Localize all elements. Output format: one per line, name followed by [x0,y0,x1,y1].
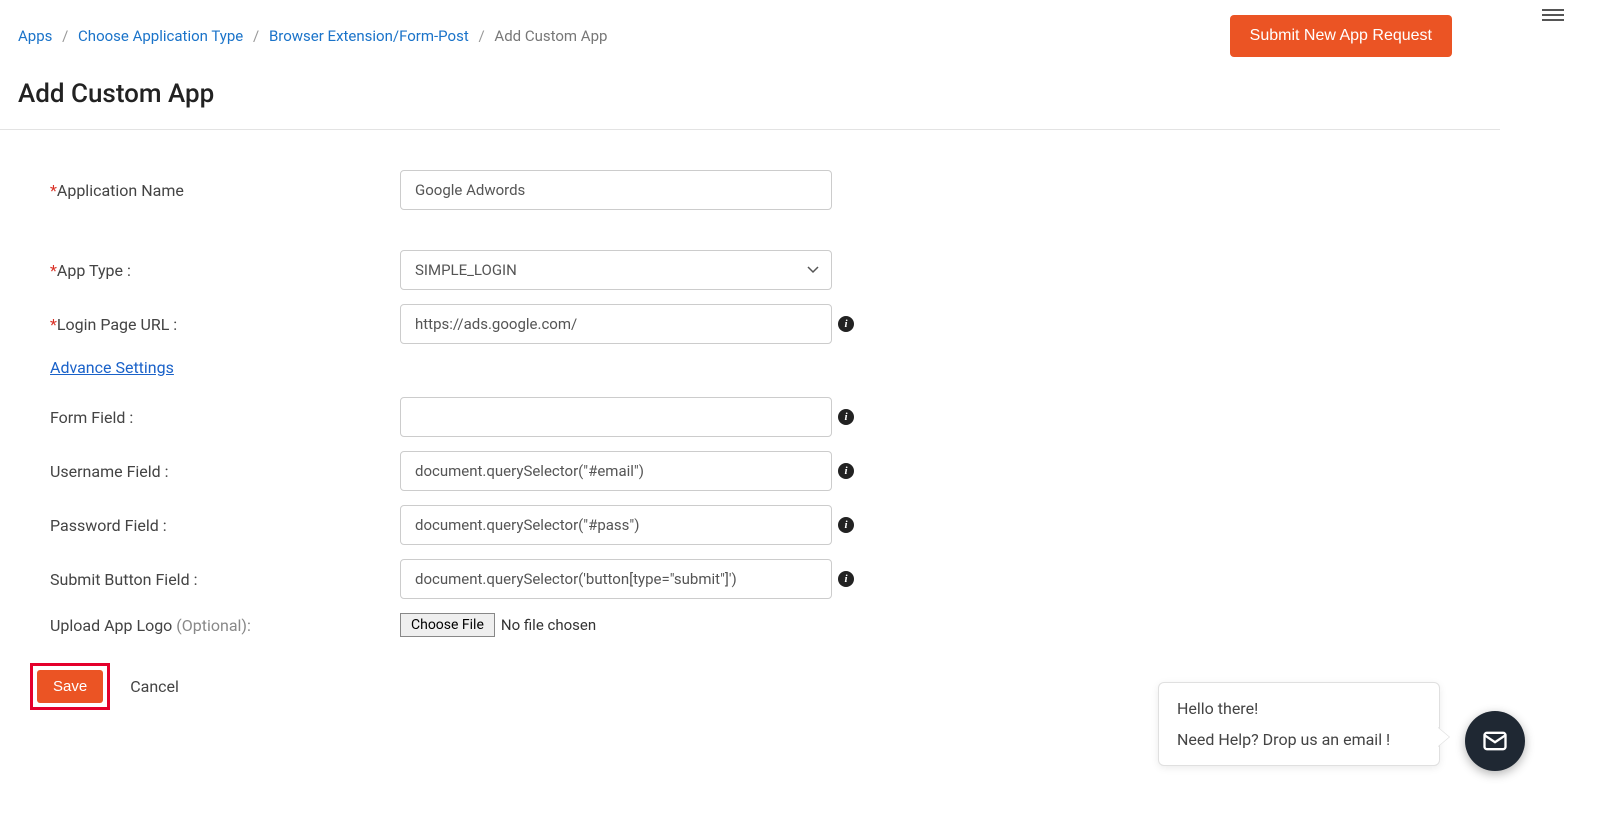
chat-line2: Need Help? Drop us an email ! [1177,730,1421,749]
info-icon[interactable]: i [838,409,854,425]
upload-logo-label: Upload App Logo (Optional): [50,616,400,635]
username-field-label: Username Field : [50,462,400,481]
login-url-input[interactable] [400,304,832,344]
chat-fab-button[interactable] [1465,711,1525,771]
mail-icon [1481,727,1509,755]
submit-field-label: Submit Button Field : [50,570,400,589]
page-title: Add Custom App [18,79,1500,109]
app-name-input[interactable] [400,170,832,210]
submit-field-input[interactable] [400,559,832,599]
app-type-select[interactable]: SIMPLE_LOGIN [400,250,832,290]
breadcrumb-current: Add Custom App [494,27,607,45]
choose-file-button[interactable]: Choose File [400,613,495,637]
save-highlight: Save [30,663,110,710]
info-icon[interactable]: i [838,517,854,533]
info-icon[interactable]: i [838,316,854,332]
advance-settings-link[interactable]: Advance Settings [50,358,174,377]
login-url-label: *Login Page URL : [50,315,400,334]
cancel-button[interactable]: Cancel [130,677,179,696]
username-field-input[interactable] [400,451,832,491]
app-type-label: *App Type : [50,261,400,280]
info-icon[interactable]: i [838,463,854,479]
hamburger-menu-icon[interactable] [1542,6,1564,24]
form-field-input[interactable] [400,397,832,437]
app-name-label: *Application Name [50,181,400,200]
info-icon[interactable]: i [838,571,854,587]
save-button[interactable]: Save [37,670,103,703]
breadcrumb-choose-type[interactable]: Choose Application Type [78,27,243,45]
chat-line1: Hello there! [1177,699,1421,718]
password-field-input[interactable] [400,505,832,545]
password-field-label: Password Field : [50,516,400,535]
form-field-label: Form Field : [50,408,400,427]
submit-new-app-button[interactable]: Submit New App Request [1230,15,1452,57]
breadcrumb-apps[interactable]: Apps [18,27,52,45]
chat-help-bubble: Hello there! Need Help? Drop us an email… [1158,682,1440,766]
no-file-text: No file chosen [501,616,596,634]
breadcrumb-browser-ext[interactable]: Browser Extension/Form-Post [269,27,469,45]
breadcrumb: Apps / Choose Application Type / Browser… [18,27,607,45]
